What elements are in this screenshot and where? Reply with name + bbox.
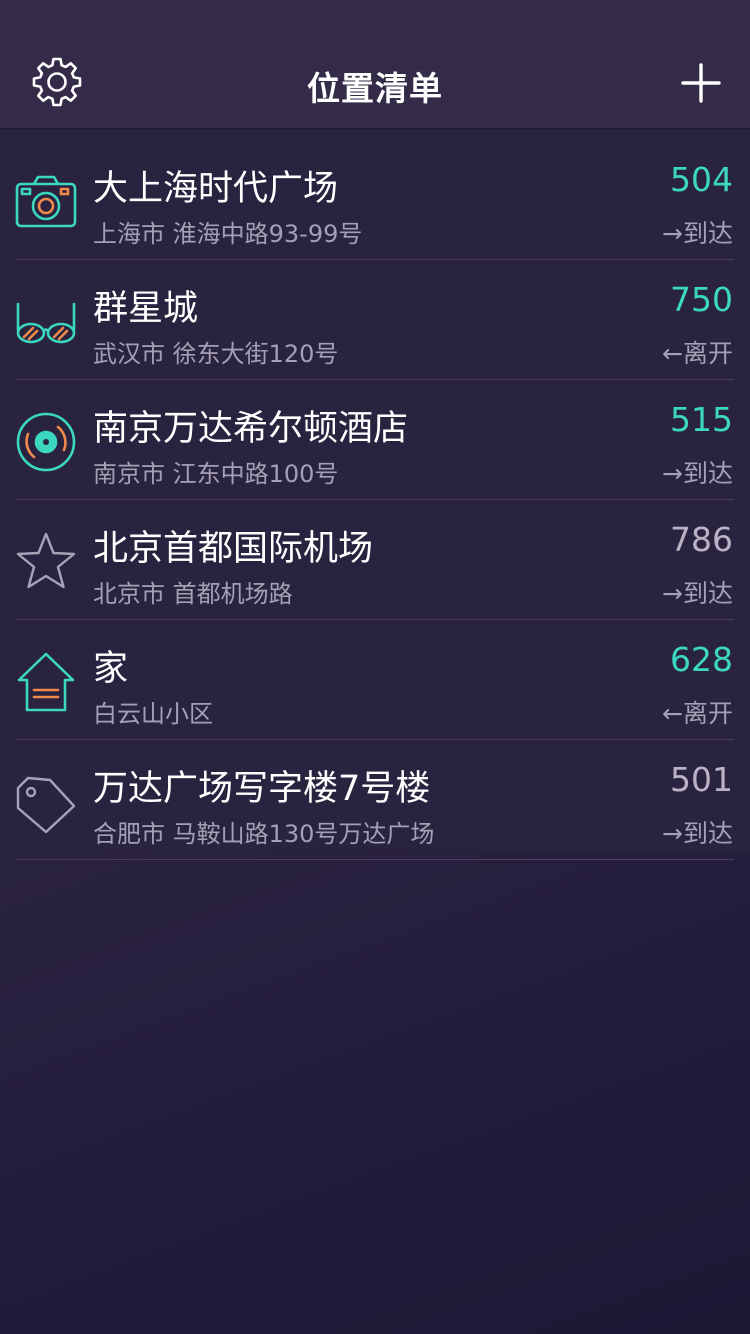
glasses-icon (16, 302, 76, 344)
location-row[interactable]: 万达广场写字楼7号楼 合肥市 马鞍山路130号万达广场 501 →到达 (0, 740, 750, 860)
visit-count: 628 (670, 640, 733, 679)
location-name: 群星城 (93, 289, 199, 329)
direction-label: ←离开 (662, 339, 733, 368)
camera-icon (15, 175, 77, 228)
location-address: 武汉市 徐东大街120号 (93, 340, 339, 368)
location-name: 南京万达希尔顿酒店 (93, 409, 409, 449)
location-row[interactable]: 群星城 武汉市 徐东大街120号 750 ←离开 (0, 260, 750, 380)
location-row[interactable]: 南京万达希尔顿酒店 南京市 江东中路100号 515 →到达 (0, 380, 750, 500)
location-address: 上海市 淮海中路93-99号 (93, 220, 363, 248)
direction-label: →到达 (662, 579, 733, 608)
direction-label: ←离开 (662, 699, 733, 728)
location-name: 万达广场写字楼7号楼 (93, 769, 431, 809)
visit-count: 504 (670, 160, 733, 199)
star-icon (16, 532, 76, 589)
visit-count: 515 (670, 400, 733, 439)
location-address: 北京市 首都机场路 (93, 580, 293, 608)
page-title: 位置清单 (307, 69, 443, 108)
location-list: 大上海时代广场 上海市 淮海中路93-99号 504 →到达 群星城 武汉市 徐… (0, 129, 750, 860)
location-address: 白云山小区 (93, 700, 213, 728)
location-row[interactable]: 北京首都国际机场 北京市 首都机场路 786 →到达 (0, 500, 750, 620)
visit-count: 750 (670, 280, 733, 319)
location-row[interactable]: 家 白云山小区 628 ←离开 (0, 620, 750, 740)
home-icon (17, 652, 75, 712)
location-address: 南京市 江东中路100号 (93, 460, 339, 488)
visit-count: 501 (670, 760, 733, 799)
row-divider (16, 859, 734, 860)
location-address: 合肥市 马鞍山路130号万达广场 (93, 820, 435, 848)
navigation-bar: 位置清单 (0, 0, 750, 129)
location-row[interactable]: 大上海时代广场 上海市 淮海中路93-99号 504 →到达 (0, 140, 750, 260)
visit-count: 786 (670, 520, 733, 559)
location-name: 北京首都国际机场 (93, 529, 374, 569)
add-location-button[interactable] (676, 58, 726, 108)
plus-icon (681, 63, 721, 103)
tag-icon (16, 776, 76, 834)
location-name: 大上海时代广场 (93, 169, 339, 209)
location-name: 家 (93, 649, 129, 689)
direction-label: →到达 (662, 219, 733, 248)
vinyl-record-icon (16, 412, 76, 472)
direction-label: →到达 (662, 459, 733, 488)
direction-label: →到达 (662, 819, 733, 848)
